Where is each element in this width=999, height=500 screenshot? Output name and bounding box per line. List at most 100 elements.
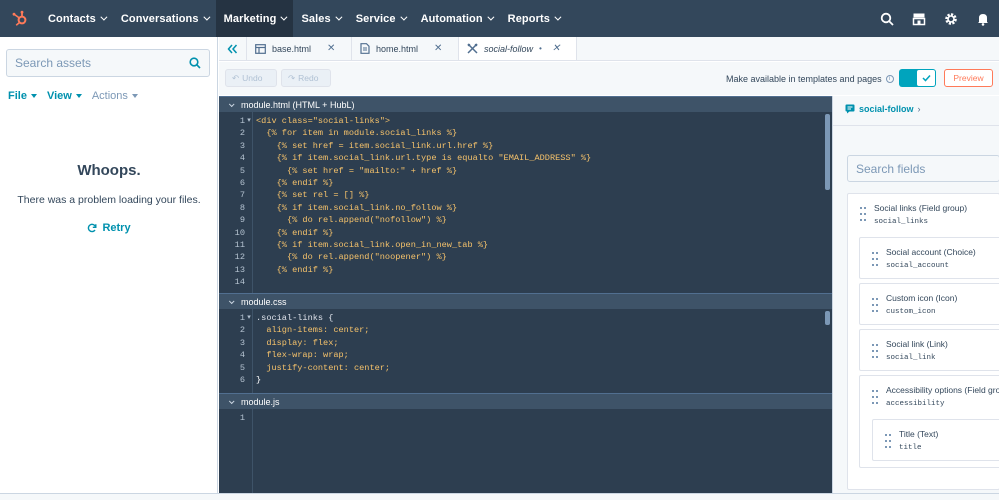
nav-label: Marketing bbox=[223, 12, 277, 25]
code-line[interactable]: 3 display: flex; bbox=[219, 337, 819, 349]
code-line[interactable]: 3 {% set href = item.social_link.url.hre… bbox=[219, 140, 819, 152]
settings-icon[interactable] bbox=[935, 0, 967, 37]
section-header-css[interactable]: module.css bbox=[219, 293, 832, 309]
drag-handle-icon[interactable] bbox=[872, 298, 878, 312]
nav-reports[interactable]: Reports bbox=[500, 0, 567, 37]
code-line[interactable]: 4 flex-wrap: wrap; bbox=[219, 349, 819, 361]
undo-button[interactable]: ↶ Undo bbox=[225, 69, 277, 87]
close-icon[interactable]: ✕ bbox=[434, 43, 442, 54]
retry-button[interactable]: Retry bbox=[0, 222, 218, 234]
code-text: {% set rel = [] %} bbox=[256, 190, 370, 201]
hubspot-logo-icon[interactable] bbox=[0, 0, 40, 37]
line-number: 1 bbox=[239, 313, 245, 323]
file-menu[interactable]: File bbox=[8, 90, 37, 102]
preview-button[interactable]: Preview bbox=[944, 69, 993, 87]
code-line[interactable]: 12 {% do rel.append("noopener") %} bbox=[219, 251, 819, 263]
drag-handle-icon[interactable] bbox=[872, 252, 878, 266]
empty-state-message: There was a problem loading your files. bbox=[17, 194, 201, 206]
code-line[interactable]: 7 {% set rel = [] %} bbox=[219, 189, 819, 201]
chevron-down-icon bbox=[335, 13, 343, 21]
scrollbar[interactable] bbox=[825, 114, 830, 190]
search-fields-field[interactable] bbox=[847, 155, 999, 182]
caret-down-icon bbox=[75, 94, 82, 98]
checkmark-icon bbox=[921, 74, 931, 82]
view-menu[interactable]: View bbox=[47, 90, 82, 102]
code-line[interactable]: 2 align-items: center; bbox=[219, 324, 819, 336]
actions-menu[interactable]: Actions bbox=[92, 90, 138, 102]
breadcrumb-label: social-follow bbox=[859, 104, 914, 114]
tab-base-html[interactable]: base.html ✕ bbox=[247, 37, 352, 60]
js-code-section[interactable]: 1 bbox=[219, 409, 832, 493]
search-icon[interactable] bbox=[871, 0, 903, 37]
asset-panel: File View Actions Whoops. There was a pr… bbox=[0, 37, 218, 500]
nav-contacts[interactable]: Contacts bbox=[40, 0, 113, 37]
tab-home-html[interactable]: home.html ✕ bbox=[352, 37, 459, 60]
code-text: {% set href = "mailto:" + href %} bbox=[256, 165, 458, 176]
code-line[interactable]: 8 {% if item.social_link.no_follow %} bbox=[219, 202, 819, 214]
search-icon[interactable] bbox=[189, 57, 201, 69]
drag-handle-icon[interactable] bbox=[872, 390, 878, 404]
breadcrumb[interactable]: social-follow › bbox=[845, 104, 921, 114]
module-icon bbox=[467, 43, 478, 54]
tab-label: base.html bbox=[272, 43, 312, 54]
field-card-social-link[interactable]: Social link (Link) social_link bbox=[859, 329, 999, 371]
field-group-card[interactable]: Social links (Field group) social_links … bbox=[847, 193, 999, 490]
code-line[interactable]: 1 bbox=[219, 412, 819, 424]
collapse-sidebar-button[interactable] bbox=[219, 37, 247, 60]
nav-right-icons bbox=[871, 0, 999, 37]
drag-handle-icon[interactable] bbox=[885, 434, 891, 448]
field-card-title[interactable]: Title (Text) title bbox=[872, 419, 999, 461]
section-header-html[interactable]: module.html (HTML + HubL) bbox=[219, 96, 832, 112]
marketplace-icon[interactable] bbox=[903, 0, 935, 37]
notifications-icon[interactable] bbox=[967, 0, 999, 37]
code-line[interactable]: 13 {% endif %} bbox=[219, 264, 819, 276]
nav-service[interactable]: Service bbox=[348, 0, 413, 37]
availability-toggle[interactable] bbox=[899, 69, 936, 87]
nav-sales[interactable]: Sales bbox=[293, 0, 347, 37]
fold-icon[interactable]: ▾ bbox=[245, 312, 253, 324]
drag-handle-icon[interactable] bbox=[860, 207, 866, 221]
caret-down-icon bbox=[131, 94, 138, 98]
info-icon[interactable]: i bbox=[885, 75, 894, 83]
field-card-accessibility[interactable]: Accessibility options (Field group) acce… bbox=[859, 375, 999, 468]
fold-icon[interactable]: ▾ bbox=[245, 115, 253, 127]
code-line[interactable]: 4 {% if item.social_link.url.type is equ… bbox=[219, 152, 819, 164]
field-card-custom-icon[interactable]: Custom icon (Icon) custom_icon bbox=[859, 283, 999, 325]
search-fields-input[interactable] bbox=[856, 161, 996, 176]
code-line[interactable]: 14 bbox=[219, 276, 819, 288]
tab-label: social-follow bbox=[484, 43, 534, 54]
code-text: {% do rel.append("nofollow") %} bbox=[256, 215, 447, 226]
code-line[interactable]: 11 {% if item.social_link.open_in_new_ta… bbox=[219, 239, 819, 251]
field-card-social-account[interactable]: Social account (Choice) social_account bbox=[859, 237, 999, 279]
code-line[interactable]: 2 {% for item in module.social_links %} bbox=[219, 127, 819, 139]
close-icon[interactable]: ✕ bbox=[327, 43, 335, 54]
scrollbar[interactable] bbox=[825, 311, 830, 325]
code-line[interactable]: 1 ▾ .social-links { bbox=[219, 312, 819, 324]
top-navigation: Contacts Conversations Marketing Sales S… bbox=[0, 0, 999, 37]
code-line[interactable]: 5 {% set href = "mailto:" + href %} bbox=[219, 165, 819, 177]
chevron-down-icon bbox=[228, 100, 235, 107]
line-number: 8 bbox=[239, 202, 245, 213]
drag-handle-icon[interactable] bbox=[872, 344, 878, 358]
field-label: Custom icon (Icon) bbox=[886, 293, 958, 303]
chevron-down-icon bbox=[228, 397, 235, 404]
code-line[interactable]: 1 ▾ <div class="social-links"> bbox=[219, 115, 819, 127]
code-line[interactable]: 9 {% do rel.append("nofollow") %} bbox=[219, 214, 819, 226]
nav-automation[interactable]: Automation bbox=[413, 0, 500, 37]
search-assets-field[interactable] bbox=[6, 49, 210, 77]
code-line[interactable]: 10 {% endif %} bbox=[219, 227, 819, 239]
nav-conversations[interactable]: Conversations bbox=[113, 0, 216, 37]
nav-marketing[interactable]: Marketing bbox=[215, 0, 294, 37]
code-line[interactable]: 6} bbox=[219, 374, 819, 386]
code-editor[interactable]: module.html (HTML + HubL) 1 ▾ <div class="… bbox=[219, 96, 832, 493]
tab-social-follow[interactable]: social-follow • ✕ bbox=[459, 37, 577, 60]
search-assets-input[interactable] bbox=[15, 56, 189, 70]
code-line[interactable]: 5 justify-content: center; bbox=[219, 362, 819, 374]
redo-button[interactable]: ↷ Redo bbox=[281, 69, 331, 87]
close-icon[interactable]: ✕ bbox=[552, 43, 560, 54]
html-code-section[interactable]: 1 ▾ <div class="social-links"> 2 {% for ite… bbox=[219, 112, 832, 293]
line-number: 5 bbox=[239, 165, 245, 176]
code-line[interactable]: 6 {% endif %} bbox=[219, 177, 819, 189]
css-code-section[interactable]: 1 ▾ .social-links {2 align-items: center; 3… bbox=[219, 309, 832, 393]
section-header-js[interactable]: module.js bbox=[219, 393, 832, 409]
